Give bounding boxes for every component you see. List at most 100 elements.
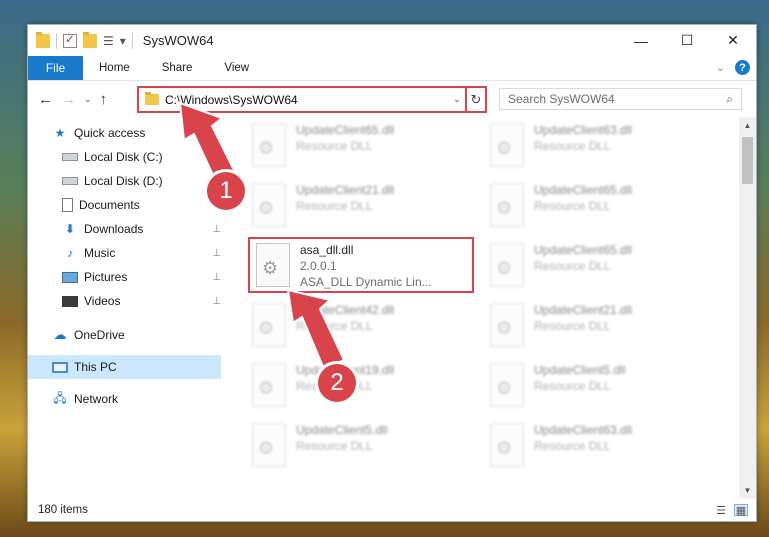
- file-name: asa_dll.dll: [300, 243, 354, 257]
- file-detail: Resource DLL: [534, 319, 611, 333]
- file-tile[interactable]: UpdateClient21.dll Resource DLL: [246, 179, 466, 235]
- back-button[interactable]: ←: [38, 91, 53, 108]
- file-tile[interactable]: UpdateClient63.dll Resource DLL: [484, 419, 704, 475]
- file-name: UpdateClient5.dll: [296, 423, 388, 437]
- file-text: UpdateClient65.dll Resource DLL: [534, 239, 632, 273]
- nav-network[interactable]: 🖧 Network: [28, 387, 221, 411]
- tiles-view-icon[interactable]: ▦: [734, 504, 748, 517]
- file-list: UpdateClient65.dllResource DLL UpdateClie…: [246, 117, 738, 499]
- nav-item-local-disk-d[interactable]: Local Disk (D:): [28, 169, 221, 193]
- window-title: SysWOW64: [142, 33, 214, 48]
- file-name: UpdateClient21.dll: [534, 303, 633, 317]
- address-path[interactable]: C:\Windows\SysWOW64: [165, 93, 449, 107]
- explorer-window: ☰ ▾ SysWOW64 — ☐ ✕ File Home Share View …: [27, 24, 757, 522]
- vertical-scrollbar[interactable]: ▲ ▼: [739, 117, 756, 499]
- up-button[interactable]: ↑: [100, 91, 108, 108]
- tab-view[interactable]: View: [208, 56, 265, 80]
- nav-label: This PC: [74, 360, 117, 374]
- search-input[interactable]: Search SysWOW64: [508, 92, 726, 106]
- star-icon: ★: [54, 126, 66, 140]
- pin-icon[interactable]: ⊥: [212, 248, 221, 259]
- nav-label: Local Disk (C:): [84, 150, 163, 164]
- pin-icon[interactable]: ⊥: [212, 224, 221, 235]
- close-button[interactable]: ✕: [710, 25, 756, 56]
- file-tile[interactable]: UpdateClient65.dll Resource DLL: [484, 179, 704, 235]
- file-tile[interactable]: UpdateClient5.dll Resource DLL: [484, 359, 704, 415]
- dll-file-icon: [490, 423, 524, 467]
- details-view-icon[interactable]: ☰: [714, 504, 728, 517]
- expand-ribbon-icon[interactable]: ⌄: [716, 61, 725, 74]
- tab-home[interactable]: Home: [83, 56, 146, 80]
- pin-icon[interactable]: ⊥: [212, 296, 221, 307]
- tab-file[interactable]: File: [28, 56, 83, 80]
- dll-file-icon: [252, 423, 286, 467]
- scroll-up-icon[interactable]: ▲: [739, 117, 756, 134]
- file-text: UpdateClient5.dll Resource DLL: [296, 419, 387, 453]
- recent-locations-button[interactable]: ⌄: [84, 94, 92, 105]
- search-icon: ⌕: [726, 91, 733, 106]
- file-text: UpdateClient65.dll Resource DLL: [534, 179, 632, 213]
- file-tile[interactable]: UpdateClient5.dll Resource DLL: [246, 419, 466, 475]
- file-detail: Resource DLL: [296, 199, 373, 213]
- dll-file-icon: [252, 123, 286, 167]
- nav-onedrive[interactable]: ☁ OneDrive: [28, 323, 221, 347]
- scroll-thumb[interactable]: [742, 137, 753, 184]
- file-tile[interactable]: UpdateClient65.dll Resource DLL: [246, 119, 466, 175]
- file-tile[interactable]: UpdateClient65.dll Resource DLL: [484, 239, 704, 295]
- file-name: UpdateClient63.dll: [534, 423, 633, 437]
- tab-share[interactable]: Share: [146, 56, 209, 80]
- file-tile[interactable]: UpdateClient42.dll Resource DLL: [246, 299, 466, 355]
- nav-label: Music: [84, 246, 116, 260]
- nav-quick-access[interactable]: ★ Quick access: [28, 121, 221, 145]
- address-bar[interactable]: C:\Windows\SysWOW64 ⌄ ↻: [137, 86, 487, 113]
- address-dropdown-icon[interactable]: ⌄: [449, 94, 465, 105]
- computer-icon: [52, 361, 68, 373]
- new-folder-icon[interactable]: [83, 31, 97, 48]
- file-tile[interactable]: UpdateClient19.dllResource DLL: [246, 359, 466, 415]
- nav-item-videos[interactable]: Videos ⊥: [28, 289, 221, 313]
- file-tile[interactable]: UpdateClient21.dll Resource DLL: [484, 299, 704, 355]
- nav-item-downloads[interactable]: ⬇ Downloads ⊥: [28, 217, 221, 241]
- nav-this-pc[interactable]: This PC: [28, 355, 221, 379]
- cloud-icon: ☁: [53, 327, 67, 342]
- customize-list-icon[interactable]: ☰: [103, 34, 114, 48]
- pin-icon[interactable]: ⊥: [212, 272, 221, 283]
- file-name: UpdateClient63.dll: [534, 123, 633, 137]
- step-1-badge: 1: [207, 172, 245, 210]
- help-icon[interactable]: ?: [735, 60, 750, 75]
- navigation-pane: ★ Quick access Local Disk (C:) Local Disk…: [28, 117, 221, 499]
- file-detail: Resource DLL: [534, 139, 611, 153]
- refresh-button[interactable]: ↻: [465, 88, 485, 111]
- file-tile-selected[interactable]: asa_dll.dll 2.0.0.1 ASA_DLL Dynamic Lin...: [248, 237, 474, 293]
- step-2-badge: 2: [318, 364, 356, 402]
- scroll-down-icon[interactable]: ▼: [739, 482, 756, 499]
- file-detail: Resource DLL: [534, 379, 611, 393]
- file-tile[interactable]: UpdateClient63.dll Resource DLL: [484, 119, 704, 175]
- dll-file-icon: [490, 183, 524, 227]
- file-detail: Resource DLL: [296, 139, 373, 153]
- maximize-button[interactable]: ☐: [664, 25, 710, 56]
- nav-item-music[interactable]: ♪ Music ⊥: [28, 241, 221, 265]
- file-text: UpdateClient63.dll Resource DLL: [534, 419, 632, 453]
- nav-label: Pictures: [84, 270, 128, 284]
- nav-item-pictures[interactable]: Pictures ⊥: [28, 265, 221, 289]
- dll-file-icon: [490, 123, 524, 167]
- nav-label: OneDrive: [74, 328, 125, 342]
- documents-icon: [62, 198, 73, 212]
- forward-button[interactable]: →: [61, 91, 76, 108]
- folder-icon: [145, 92, 159, 105]
- properties-check-icon[interactable]: [63, 32, 77, 48]
- file-name: UpdateClient5.dll: [534, 363, 626, 377]
- drive-icon: [62, 153, 78, 161]
- nav-item-documents[interactable]: Documents⊥: [28, 193, 221, 217]
- qa-dropdown-icon[interactable]: ▾: [120, 34, 126, 48]
- folder-icon[interactable]: [36, 31, 50, 48]
- dll-file-icon: [256, 243, 290, 287]
- search-box[interactable]: Search SysWOW64 ⌕: [499, 88, 742, 110]
- minimize-button[interactable]: —: [618, 25, 664, 56]
- dll-file-icon: [252, 303, 286, 347]
- toolbar-divider: [131, 32, 133, 49]
- nav-label: Videos: [84, 294, 121, 308]
- nav-item-local-disk-c[interactable]: Local Disk (C:): [28, 145, 221, 169]
- ribbon-right: ⌄ ?: [716, 60, 750, 75]
